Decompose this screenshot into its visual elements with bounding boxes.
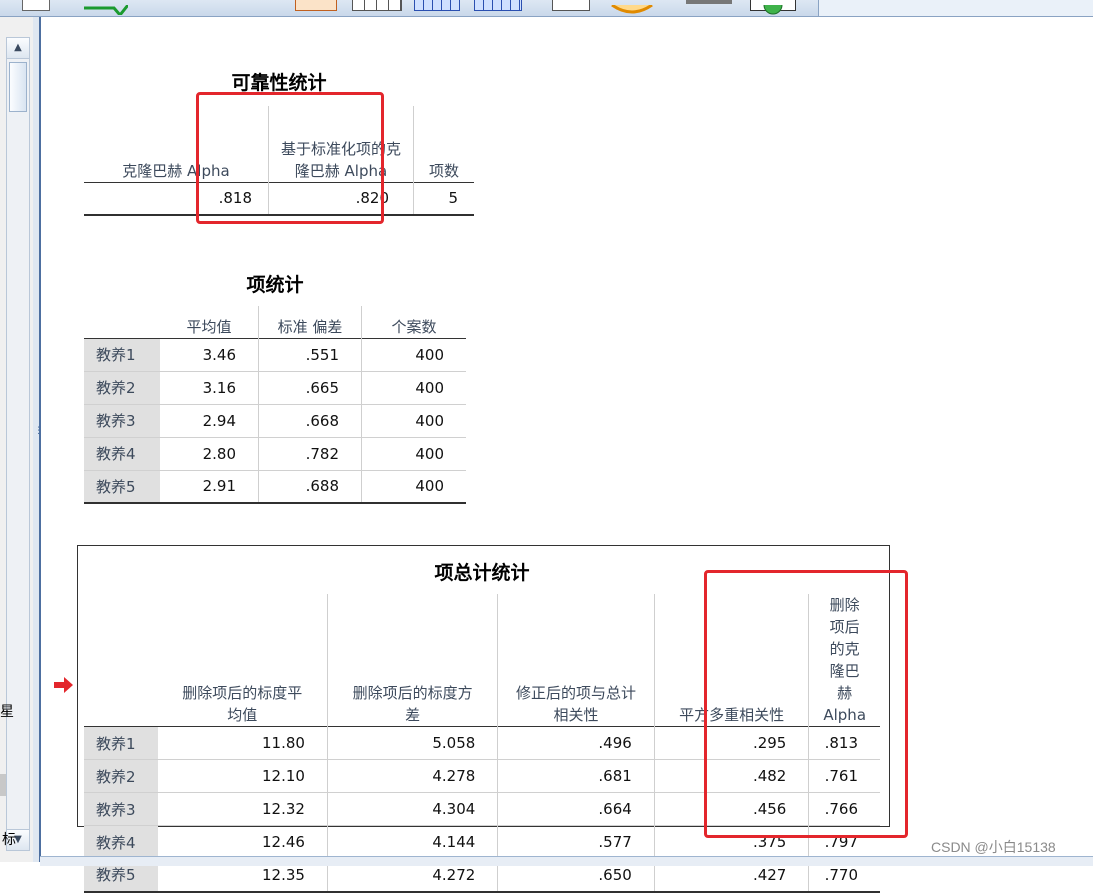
table-cell: .688 [258,470,362,504]
table-cell: 11.80 [157,726,328,760]
row-label: 教养3 [84,404,160,438]
green-circle-icon [763,0,783,15]
table-cell: 3.16 [160,371,259,405]
pencil-icon [611,3,653,14]
toolbar-empty-area [818,0,1093,16]
scroll-up-arrow-icon[interactable]: ▲ [7,38,29,59]
table-cell: 2.80 [160,437,259,471]
table-row: 教养1 3.46.551 400 [84,338,466,372]
table-cell: 400 [361,437,466,471]
vertical-scrollbar[interactable]: ▲ ▼ [6,37,30,851]
table-cell: .496 [497,726,655,760]
grip-icon: ⋮ [34,426,43,436]
header-scale-mean: 删除项后的标度平均值 [182,684,303,724]
table-row: 教养3 2.94.668 400 [84,404,466,438]
table-cell: .782 [258,437,362,471]
item-count-value: 5 [413,182,474,216]
header-std-dev: 标准 偏差 [258,306,362,338]
row-label: 教养4 [84,825,158,859]
scroll-thumb[interactable] [9,62,27,112]
table-cell: 12.32 [157,792,328,826]
header-mean: 平均值 [186,317,232,336]
outline-pane: ▲ ▼ 星 标 [0,17,34,862]
item-stats-title: 项统计 [246,274,304,296]
table-icon[interactable] [352,0,402,11]
toolbar-icon-1[interactable] [22,0,50,11]
check-icon [84,4,130,18]
gray-bar-icon[interactable] [686,0,732,4]
table-cell: .665 [258,371,362,405]
row-label: 教养2 [84,371,160,405]
table-cell: 3.46 [160,338,259,372]
outline-clipped-text: 星 [0,704,14,720]
table-row: 教养2 3.16.665 400 [84,371,466,405]
table-cell: 2.91 [160,470,259,504]
row-label: 教养1 [84,338,160,372]
toolbar-icon-2[interactable] [84,0,130,18]
table-cell: 4.144 [326,825,498,859]
table-row: 教养5 2.91.688 400 [84,470,466,504]
table-cell: 5.058 [326,726,498,760]
highlight-box-1 [196,92,384,224]
row-label: 教养4 [84,437,160,471]
pivot-table-icon[interactable] [414,0,460,11]
row-label: 教养3 [84,792,158,826]
table-cell: .681 [497,759,655,793]
item-stats-table: 平均值 标准 偏差 个案数 教养1 3.46.551 400 教养2 3.16.665 4… [84,306,466,504]
grid-icon[interactable] [474,0,522,11]
table-cell: .577 [497,825,655,859]
header-n: 个案数 [361,306,466,338]
reliability-title: 可靠性统计 [231,72,327,94]
table-cell: .664 [497,792,655,826]
highlight-box-2 [704,570,908,838]
table-cell: 400 [361,338,466,372]
header-corrected-correlation: 修正后的项与总计相关性 [497,594,655,727]
pane-splitter[interactable]: ⋮ [33,17,43,862]
table-cell: 12.10 [157,759,328,793]
header-item-count: 项数 [413,106,474,183]
run-icon[interactable] [750,0,796,15]
outline-clipped-text-2: 标 [2,832,16,848]
document-icon[interactable] [552,0,590,11]
corner-cell [84,306,160,338]
outline-selection [0,774,6,796]
table-cell: 400 [361,470,466,504]
watermark: CSDN @小白15138 [931,839,1056,855]
chart-icon[interactable] [295,0,337,11]
table-cell: 400 [361,404,466,438]
corner-cell [84,594,158,727]
toolbar [0,0,1093,18]
header-scale-variance: 删除项后的标度方差 [326,594,498,727]
table-cell: 4.278 [326,759,498,793]
script-icon[interactable] [610,0,654,14]
table-row: 教养4 2.80.782 400 [84,437,466,471]
table-cell: 4.304 [326,792,498,826]
table-cell: .668 [258,404,362,438]
red-arrow-icon [54,677,73,693]
table-cell: .551 [258,338,362,372]
row-label: 教养1 [84,726,158,760]
row-label: 教养5 [84,470,160,504]
table-cell: 400 [361,371,466,405]
table-cell: 12.46 [157,825,328,859]
row-label: 教养2 [84,759,158,793]
table-cell: 2.94 [160,404,259,438]
